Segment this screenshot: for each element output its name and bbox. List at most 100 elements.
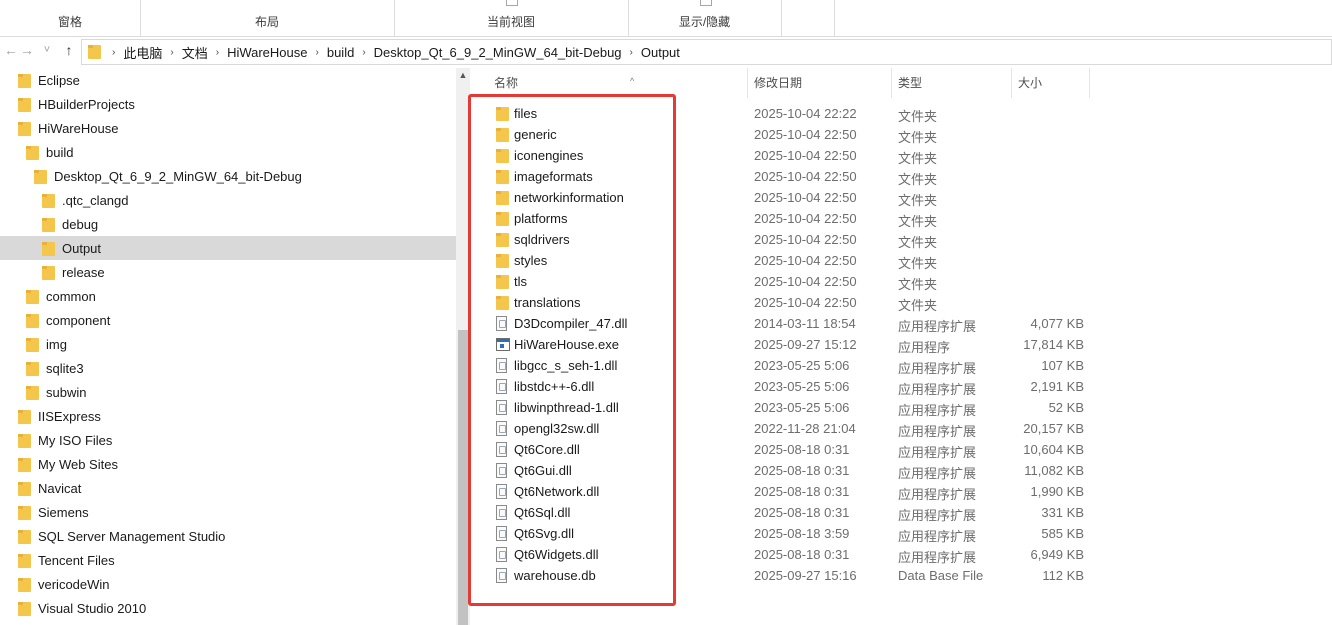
folder-icon — [18, 577, 31, 592]
tree-item[interactable]: img — [0, 332, 456, 356]
file-name: Qt6Widgets.dll — [514, 547, 599, 562]
scrollbar-thumb[interactable] — [458, 330, 468, 625]
file-name: styles — [514, 253, 548, 268]
file-row[interactable]: warehouse.db 2025-09-27 15:16 Data Base Fi… — [470, 565, 1332, 586]
file-date: 2025-10-04 22:50 — [754, 169, 857, 184]
tree-item[interactable]: SQL Server Management Studio — [0, 524, 456, 548]
file-name: networkinformation — [514, 190, 624, 205]
tree-item[interactable]: Output — [0, 236, 456, 260]
navigation-pane[interactable]: Eclipse HBuilderProjects HiWareHouse build D… — [0, 68, 456, 625]
file-type: 文件夹 — [898, 172, 938, 187]
breadcrumb-item[interactable]: 此电脑 — [117, 43, 168, 62]
tree-item[interactable]: component — [0, 308, 456, 332]
file-type: 文件夹 — [898, 214, 938, 229]
breadcrumb-separator-icon[interactable]: › — [314, 47, 321, 58]
tree-item[interactable]: Desktop_Qt_6_9_2_MinGW_64_bit-Debug — [0, 164, 456, 188]
file-row[interactable]: libstdc++-6.dll 2023-05-25 5:06 应用程序扩展 2,19… — [470, 376, 1332, 397]
folder-icon — [18, 433, 31, 448]
file-row[interactable]: translations 2025-10-04 22:50 文件夹 — [470, 292, 1332, 313]
file-date: 2025-08-18 3:59 — [754, 526, 850, 541]
file-row[interactable]: Qt6Widgets.dll 2025-08-18 0:31 应用程序扩展 6,949… — [470, 544, 1332, 565]
file-row[interactable]: opengl32sw.dll 2022-11-28 21:04 应用程序扩展 20,1… — [470, 418, 1332, 439]
file-row[interactable]: sqldrivers 2025-10-04 22:50 文件夹 — [470, 229, 1332, 250]
tree-item[interactable]: release — [0, 260, 456, 284]
file-row[interactable]: Qt6Sql.dll 2025-08-18 0:31 应用程序扩展 331 KB — [470, 502, 1332, 523]
column-header-date[interactable]: 修改日期 — [748, 68, 892, 98]
breadcrumb-item[interactable]: HiWareHouse — [221, 45, 313, 60]
breadcrumb-separator-icon[interactable]: › — [360, 47, 367, 58]
file-date: 2025-09-27 15:12 — [754, 337, 857, 352]
file-icon — [496, 568, 507, 583]
folder-icon — [26, 337, 39, 352]
ribbon-group-current-view[interactable]: 当前视图 — [394, 0, 629, 36]
file-row[interactable]: styles 2025-10-04 22:50 文件夹 — [470, 250, 1332, 271]
file-type: 应用程序扩展 — [898, 487, 977, 502]
breadcrumb-separator-icon[interactable]: › — [110, 47, 117, 58]
tree-item[interactable]: Tencent Files — [0, 548, 456, 572]
recent-locations-icon[interactable]: ˅ — [38, 41, 56, 59]
file-row[interactable]: D3Dcompiler_47.dll 2014-03-11 18:54 应用程序扩展… — [470, 313, 1332, 334]
breadcrumb-item[interactable]: Output — [635, 45, 686, 60]
file-row[interactable]: iconengines 2025-10-04 22:50 文件夹 — [470, 145, 1332, 166]
file-row[interactable]: platforms 2025-10-04 22:50 文件夹 — [470, 208, 1332, 229]
tree-item[interactable]: Visual Studio 2010 — [0, 596, 456, 620]
scroll-up-icon[interactable]: ▲ — [456, 70, 470, 80]
file-date: 2025-08-18 0:31 — [754, 505, 850, 520]
file-type: 文件夹 — [898, 235, 938, 250]
file-type: 文件夹 — [898, 193, 938, 208]
file-row[interactable]: networkinformation 2025-10-04 22:50 文件夹 — [470, 187, 1332, 208]
tree-item[interactable]: vericodeWin — [0, 572, 456, 596]
breadcrumb-separator-icon[interactable]: › — [168, 47, 175, 58]
tree-item-label: release — [62, 264, 105, 280]
folder-icon — [496, 169, 509, 184]
tree-item[interactable]: Siemens — [0, 500, 456, 524]
column-header-name[interactable]: ^ 名称 — [488, 68, 748, 98]
ribbon-group-layout[interactable]: 布局 — [140, 0, 395, 36]
file-row[interactable]: libwinpthread-1.dll 2023-05-25 5:06 应用程序扩展… — [470, 397, 1332, 418]
file-row[interactable]: imageformats 2025-10-04 22:50 文件夹 — [470, 166, 1332, 187]
file-type: 应用程序扩展 — [898, 445, 977, 460]
tree-item[interactable]: My ISO Files — [0, 428, 456, 452]
navigation-pane-scrollbar[interactable]: ▲ — [456, 68, 470, 625]
file-row[interactable]: Qt6Core.dll 2025-08-18 0:31 应用程序扩展 10,604 K… — [470, 439, 1332, 460]
breadcrumb-separator-icon[interactable]: › — [214, 47, 221, 58]
file-icon — [496, 358, 507, 373]
breadcrumb-separator-icon[interactable]: › — [628, 47, 635, 58]
file-row[interactable]: HiWareHouse.exe 2025-09-27 15:12 应用程序 17,81… — [470, 334, 1332, 355]
tree-item[interactable]: common — [0, 284, 456, 308]
file-row[interactable]: files 2025-10-04 22:22 文件夹 — [470, 103, 1332, 124]
breadcrumb-item[interactable]: build — [321, 45, 360, 60]
tree-item[interactable]: Navicat — [0, 476, 456, 500]
tree-item[interactable]: .qtc_clangd — [0, 188, 456, 212]
tree-item-label: sqlite3 — [46, 360, 84, 376]
folder-icon — [18, 97, 31, 112]
up-icon[interactable]: ↑ — [60, 41, 78, 59]
file-row[interactable]: Qt6Svg.dll 2025-08-18 3:59 应用程序扩展 585 KB — [470, 523, 1332, 544]
tree-item[interactable]: subwin — [0, 380, 456, 404]
folder-icon — [18, 73, 31, 88]
tree-item[interactable]: HiWareHouse — [0, 116, 456, 140]
column-header-type[interactable]: 类型 — [892, 68, 1012, 98]
ribbon-group-pane[interactable]: 窗格 — [0, 0, 141, 36]
expand-icon — [699, 0, 712, 6]
tree-item[interactable]: debug — [0, 212, 456, 236]
file-row[interactable]: Qt6Network.dll 2025-08-18 0:31 应用程序扩展 1,990… — [470, 481, 1332, 502]
tree-item[interactable]: Eclipse — [0, 68, 456, 92]
tree-item[interactable]: build — [0, 140, 456, 164]
tree-item[interactable]: My Web Sites — [0, 452, 456, 476]
ribbon-group-show-hide[interactable]: 显示/隐藏 — [628, 0, 782, 36]
folder-icon — [496, 232, 509, 247]
file-row[interactable]: tls 2025-10-04 22:50 文件夹 — [470, 271, 1332, 292]
file-row[interactable]: generic 2025-10-04 22:50 文件夹 — [470, 124, 1332, 145]
tree-item[interactable]: IISExpress — [0, 404, 456, 428]
file-row[interactable]: Qt6Gui.dll 2025-08-18 0:31 应用程序扩展 11,082 KB — [470, 460, 1332, 481]
breadcrumb-item[interactable]: 文档 — [176, 43, 214, 62]
tree-item[interactable]: sqlite3 — [0, 356, 456, 380]
forward-icon[interactable]: → — [18, 41, 36, 59]
file-row[interactable]: libgcc_s_seh-1.dll 2023-05-25 5:06 应用程序扩展 1… — [470, 355, 1332, 376]
column-header-size[interactable]: 大小 — [1012, 68, 1090, 98]
tree-item[interactable]: HBuilderProjects — [0, 92, 456, 116]
breadcrumb-item[interactable]: Desktop_Qt_6_9_2_MinGW_64_bit-Debug — [368, 45, 628, 60]
address-bar[interactable]: › 此电脑 › 文档 › HiWareHouse › build › Desktop_Qt_6_9… — [81, 39, 1332, 65]
file-type: 应用程序扩展 — [898, 403, 977, 418]
